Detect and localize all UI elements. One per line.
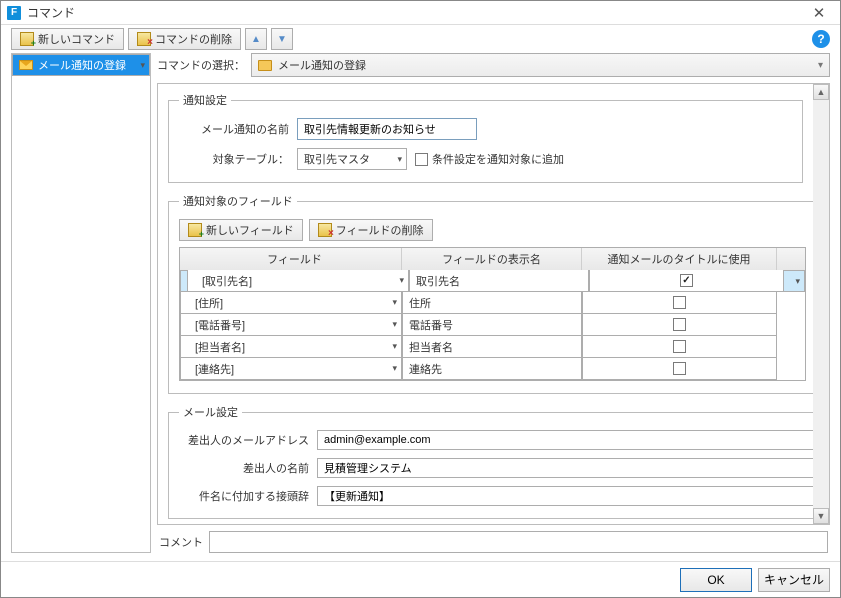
display-name-cell[interactable]: 住所 [402,292,582,314]
field-cell[interactable]: [住所] [180,292,402,314]
delete-field-label: フィールドの削除 [336,222,424,238]
scroll-down-button[interactable]: ▼ [813,508,829,524]
subject-prefix-input[interactable] [317,486,813,506]
target-table-label: 対象テーブル： [179,151,289,167]
scroll-up-button[interactable]: ▲ [813,84,829,100]
in-title-checkbox[interactable] [673,318,686,331]
folder-icon [258,60,272,71]
command-select-dropdown[interactable]: メール通知の登録 [251,53,830,77]
new-field-button[interactable]: 新しいフィールド [179,219,303,241]
command-select-value: メール通知の登録 [278,57,366,73]
sidebar: メール通知の登録 [11,53,151,553]
help-button[interactable]: ? [812,30,830,48]
comment-label: コメント [159,534,203,550]
from-addr-input[interactable] [317,430,813,450]
window-title: コマンド [27,4,804,21]
toolbar: 新しいコマンド コマンドの削除 ▲ ▼ ? [1,25,840,53]
mail-icon [19,60,33,70]
in-title-cell [582,358,777,380]
field-cell[interactable]: [担当者名] [180,336,402,358]
notify-settings-legend: 通知設定 [179,92,231,108]
new-icon [20,32,34,46]
col-field-header: フィールド [180,248,402,270]
target-table-value: 取引先マスタ [304,151,370,167]
comment-input[interactable] [209,531,828,553]
scroll-track[interactable] [813,100,829,508]
table-row[interactable]: [担当者名]担当者名 [180,336,805,358]
titlebar: F コマンド ✕ [1,1,840,25]
command-select-label: コマンドの選択： [157,57,245,73]
table-row[interactable]: [住所]住所 [180,292,805,314]
col-display-header: フィールドの表示名 [402,248,582,270]
target-table-select[interactable]: 取引先マスタ [297,148,407,170]
table-row[interactable]: [連絡先]連絡先 [180,358,805,380]
display-name-cell[interactable]: 担当者名 [402,336,582,358]
move-down-button[interactable]: ▼ [271,28,293,50]
add-condition-checkbox[interactable] [415,153,428,166]
mail-settings-legend: メール設定 [179,404,242,420]
field-cell[interactable]: [電話番号] [180,314,402,336]
new-command-label: 新しいコマンド [38,31,115,47]
notify-name-label: メール通知の名前 [179,121,289,137]
ok-button[interactable]: OK [680,568,752,592]
new-icon [188,223,202,237]
in-title-checkbox[interactable] [673,296,686,309]
in-title-cell [582,292,777,314]
in-title-checkbox[interactable] [673,362,686,375]
field-cell[interactable]: [連絡先] [180,358,402,380]
from-addr-label: 差出人のメールアドレス [179,432,309,448]
sidebar-item-mail-register[interactable]: メール通知の登録 [12,54,150,76]
add-condition-label: 条件設定を通知対象に追加 [432,151,564,167]
subject-prefix-label: 件名に付加する接頭辞 [179,488,309,504]
new-command-button[interactable]: 新しいコマンド [11,28,124,50]
from-name-label: 差出人の名前 [179,460,309,476]
notify-name-input[interactable] [297,118,477,140]
new-field-label: 新しいフィールド [206,222,294,238]
table-row[interactable]: [取引先名]取引先名 [180,270,805,292]
col-intitle-header: 通知メールのタイトルに使用 [582,248,777,270]
table-row[interactable]: [電話番号]電話番号 [180,314,805,336]
delete-icon [137,32,151,46]
in-title-cell [582,336,777,358]
mail-settings-group: メール設定 差出人のメールアドレス 差出人の名前 件名に付加する接頭辞 [168,404,813,519]
delete-icon [318,223,332,237]
vertical-scrollbar[interactable]: ▲ ▼ [813,84,829,524]
cancel-button[interactable]: キャンセル [758,568,830,592]
in-title-checkbox[interactable] [673,340,686,353]
in-title-cell [582,314,777,336]
delete-command-label: コマンドの削除 [155,31,232,47]
in-title-checkbox[interactable] [680,274,693,287]
delete-field-button[interactable]: フィールドの削除 [309,219,433,241]
fields-grid: フィールド フィールドの表示名 通知メールのタイトルに使用 [取引先名]取引先名… [179,247,806,381]
display-name-cell[interactable]: 取引先名 [409,270,589,292]
display-name-cell[interactable]: 電話番号 [402,314,582,336]
sidebar-item-label: メール通知の登録 [38,57,126,73]
notify-settings-group: 通知設定 メール通知の名前 対象テーブル： 取引先マスタ 条件設定を通知対象に追… [168,92,803,183]
target-fields-group: 通知対象のフィールド 新しいフィールド フィールドの削除 フ [168,193,813,394]
delete-command-button[interactable]: コマンドの削除 [128,28,241,50]
app-icon: F [7,6,21,20]
footer: OK キャンセル [1,561,840,597]
from-name-input[interactable] [317,458,813,478]
target-fields-legend: 通知対象のフィールド [179,193,297,209]
move-up-button[interactable]: ▲ [245,28,267,50]
field-cell[interactable]: [取引先名] [187,270,409,292]
close-button[interactable]: ✕ [804,3,834,23]
display-name-cell[interactable]: 連絡先 [402,358,582,380]
in-title-cell [589,270,784,292]
settings-scroll-region: 通知設定 メール通知の名前 対象テーブル： 取引先マスタ 条件設定を通知対象に追… [157,83,830,525]
